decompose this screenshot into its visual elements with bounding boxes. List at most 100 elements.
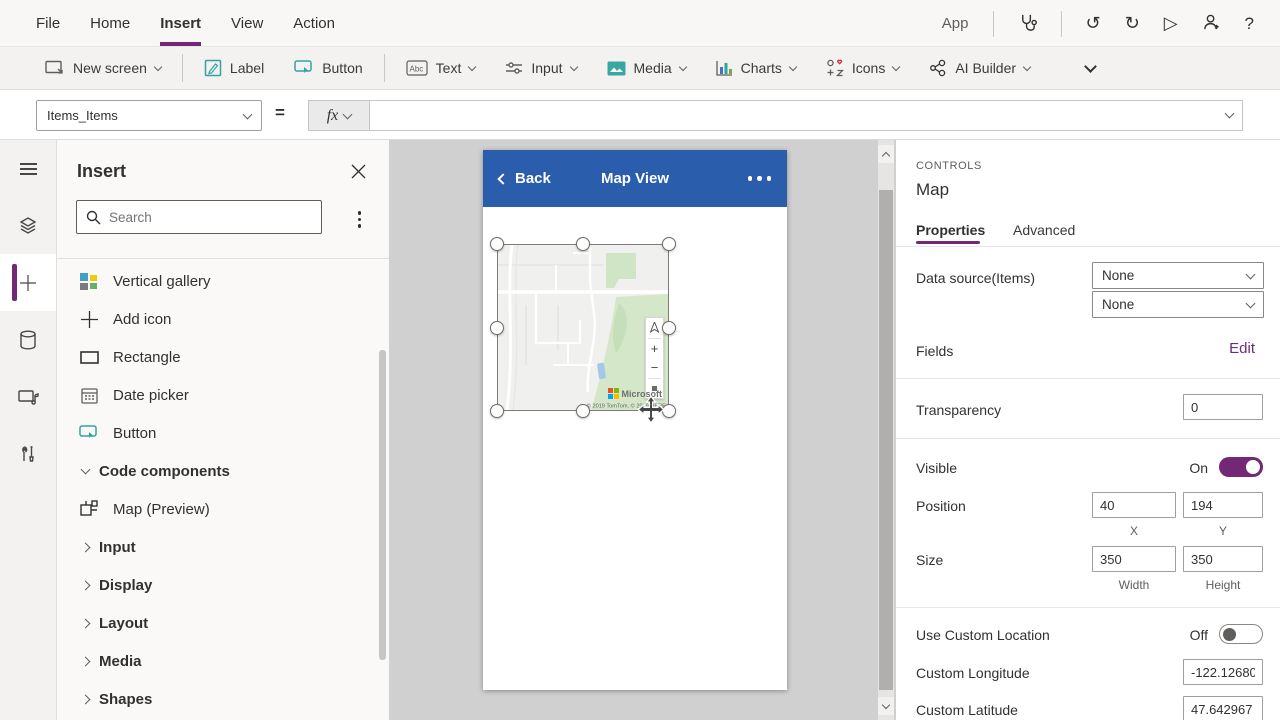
rectangle-icon [79, 351, 99, 364]
close-icon[interactable] [351, 164, 367, 180]
locate-me-icon[interactable] [646, 318, 663, 338]
plus-icon [79, 311, 99, 328]
insert-panel: Insert Vertical gallery [57, 140, 390, 720]
menu-file[interactable]: File [36, 0, 60, 46]
category-layout[interactable]: Layout [57, 604, 389, 642]
list-item-date-picker[interactable]: Date picker [57, 376, 389, 414]
fields-edit-link[interactable]: Edit [1229, 340, 1255, 357]
active-tab-indicator [916, 241, 980, 244]
label-button[interactable]: Label [189, 47, 279, 89]
list-item-rectangle[interactable]: Rectangle [57, 338, 389, 376]
size-label: Size [916, 552, 943, 568]
undo-icon[interactable]: ↺ [1086, 15, 1101, 33]
data-source-select-1[interactable]: None [1092, 262, 1264, 289]
list-item-add-icon[interactable]: Add icon [57, 300, 389, 338]
icons-menu[interactable]: Icons [811, 47, 914, 89]
map-image [498, 245, 668, 410]
position-y-input[interactable] [1183, 492, 1263, 518]
resize-handle-sw[interactable] [490, 404, 504, 418]
map-component-icon [79, 500, 99, 518]
app-screen[interactable]: Back Map View [483, 150, 787, 690]
category-input[interactable]: Input [57, 528, 389, 566]
width-sublabel: Width [1092, 578, 1176, 592]
ribbon-expand-chevron[interactable] [1071, 47, 1110, 89]
scroll-up-button[interactable] [878, 145, 894, 163]
insert-ribbon: New screen Label Button Abc Text Input M… [0, 47, 1280, 90]
advanced-tools-button[interactable] [0, 425, 56, 482]
tab-advanced[interactable]: Advanced [1013, 222, 1075, 238]
use-custom-location-toggle[interactable] [1219, 624, 1263, 644]
custom-longitude-label: Custom Longitude [916, 665, 1030, 681]
tree-view-button[interactable] [0, 197, 56, 254]
ai-builder-menu[interactable]: AI Builder [914, 47, 1045, 89]
canvas-scrollbar[interactable] [878, 140, 894, 720]
insert-rail-button[interactable] [0, 254, 56, 311]
resize-handle-nw[interactable] [490, 237, 504, 251]
help-icon[interactable]: ? [1245, 15, 1254, 32]
play-preview-icon[interactable]: ▷ [1164, 15, 1178, 33]
menu-action[interactable]: Action [293, 0, 335, 46]
resize-handle-n[interactable] [576, 237, 590, 251]
divider [57, 258, 389, 259]
menu-view[interactable]: View [231, 0, 263, 46]
resize-handle-w[interactable] [490, 321, 504, 335]
design-canvas[interactable]: Back Map View [390, 140, 895, 720]
insert-panel-scrollbar[interactable] [379, 350, 386, 660]
zoom-out-button[interactable]: − [646, 358, 663, 378]
chevron-down-icon [81, 465, 91, 475]
screen-header: Back Map View [483, 150, 787, 207]
menu-insert[interactable]: Insert [160, 0, 201, 46]
hamburger-menu-button[interactable] [0, 140, 56, 197]
chevron-right-icon [81, 542, 91, 552]
resize-handle-ne[interactable] [662, 237, 676, 251]
divider [993, 11, 994, 37]
divider [1061, 11, 1062, 37]
map-control-selected[interactable]: + − Microsoft © 2019 TomTom, © 2019 HERE [498, 245, 668, 410]
custom-latitude-input[interactable] [1183, 696, 1263, 720]
transparency-input[interactable] [1183, 394, 1263, 420]
chevron-right-icon [81, 618, 91, 628]
text-menu[interactable]: Abc Text [391, 47, 491, 89]
zoom-in-button[interactable]: + [646, 338, 663, 358]
media-rail-button[interactable] [0, 368, 56, 425]
list-item-vertical-gallery[interactable]: Vertical gallery [57, 262, 389, 300]
media-menu[interactable]: Media [592, 47, 701, 89]
fx-dropdown[interactable]: fx [308, 100, 370, 131]
divider [896, 607, 1280, 608]
section-code-components[interactable]: Code components [57, 452, 389, 490]
size-height-input[interactable] [1183, 546, 1263, 572]
more-options-icon[interactable] [358, 208, 362, 231]
height-sublabel: Height [1183, 578, 1263, 592]
category-media[interactable]: Media [57, 642, 389, 680]
menu-home[interactable]: Home [90, 0, 130, 46]
input-menu[interactable]: Input [490, 47, 591, 89]
visible-toggle[interactable] [1219, 457, 1263, 477]
data-source-select-2[interactable]: None [1092, 291, 1264, 318]
charts-menu[interactable]: Charts [701, 47, 811, 89]
data-source-label: Data source(Items) [916, 270, 1035, 286]
redo-icon[interactable]: ↻ [1125, 15, 1140, 33]
search-input[interactable] [109, 210, 312, 225]
category-display[interactable]: Display [57, 566, 389, 604]
position-x-input[interactable] [1092, 492, 1176, 518]
property-selector-dropdown[interactable]: Items_Items [36, 100, 262, 131]
custom-longitude-input[interactable] [1183, 659, 1263, 685]
use-custom-location-label: Use Custom Location [916, 627, 1050, 643]
share-icon[interactable] [1202, 13, 1221, 34]
button-button[interactable]: Button [279, 47, 377, 89]
new-screen-button[interactable]: New screen [30, 47, 176, 89]
list-item-map-preview[interactable]: Map (Preview) [57, 490, 389, 528]
app-checker-icon[interactable] [1018, 13, 1037, 35]
scrollbar-thumb[interactable] [879, 190, 893, 690]
tab-properties[interactable]: Properties [916, 222, 985, 238]
divider [896, 438, 1280, 439]
resize-handle-e[interactable] [662, 321, 676, 335]
formula-input[interactable] [369, 100, 1243, 131]
size-width-input[interactable] [1092, 546, 1176, 572]
list-item-button[interactable]: Button [57, 414, 389, 452]
data-sources-button[interactable] [0, 311, 56, 368]
ellipsis-icon[interactable] [748, 176, 772, 181]
category-shapes[interactable]: Shapes [57, 680, 389, 718]
resize-handle-s[interactable] [576, 404, 590, 418]
scroll-down-button[interactable] [878, 697, 894, 715]
